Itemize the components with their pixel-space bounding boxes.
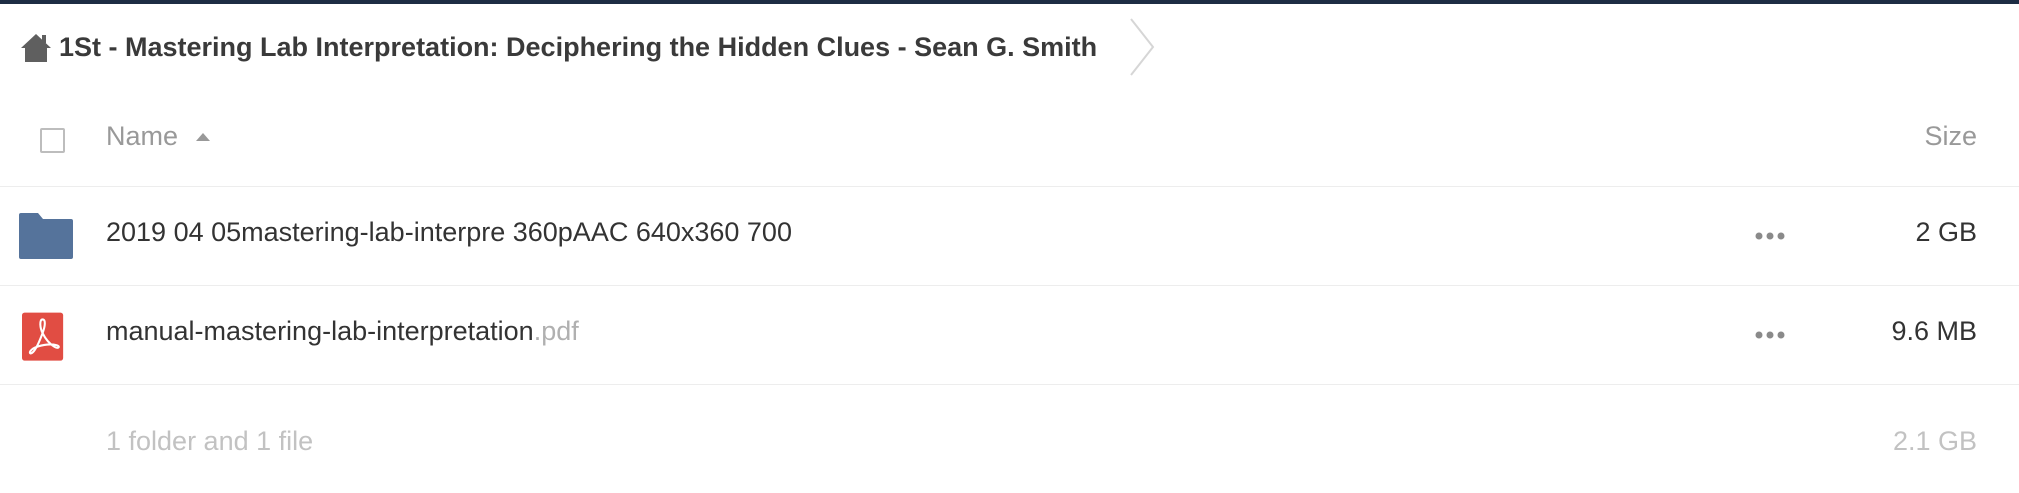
pdf-icon [22,312,64,361]
folder-icon [19,213,73,259]
more-options-icon[interactable] [1755,330,1785,340]
file-name[interactable]: manual-mastering-lab-interpretation.pdf [106,316,579,347]
file-row-pdf[interactable]: manual-mastering-lab-interpretation.pdf … [0,286,2019,385]
file-size: 2 GB [1915,217,1977,247]
breadcrumb-current[interactable]: 1St - Mastering Lab Interpretation: Deci… [59,32,1097,63]
name-column-label: Name [106,121,179,151]
file-list-header: Name Size [0,96,2019,187]
folder-summary: 1 folder and 1 file 2.1 GB [0,400,2019,480]
top-accent-bar [0,0,2019,4]
sort-ascending-icon [196,132,211,141]
home-icon[interactable] [18,29,54,65]
select-all-checkbox[interactable] [40,128,65,153]
name-column-header[interactable]: Name [106,121,212,152]
summary-text: 1 folder and 1 file [106,426,314,456]
chevron-right-icon [1130,18,1155,76]
file-size: 9.6 MB [1891,316,1977,346]
size-column-header[interactable]: Size [1924,121,1977,152]
file-row-folder[interactable]: 2019 04 05mastering-lab-interpre 360pAAC… [0,187,2019,286]
more-options-icon[interactable] [1755,231,1785,241]
summary-size: 2.1 GB [1892,426,1977,456]
breadcrumb: 1St - Mastering Lab Interpretation: Deci… [18,18,1157,76]
file-name[interactable]: 2019 04 05mastering-lab-interpre 360pAAC… [106,217,792,248]
